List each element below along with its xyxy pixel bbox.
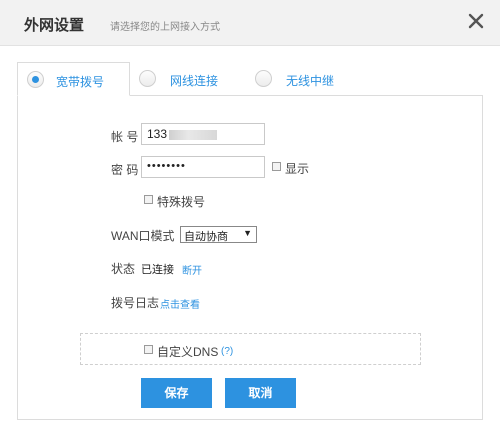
dialog-header: 外网设置 请选择您的上网接入方式 — [0, 0, 500, 46]
wan-mode-label: WAN口模式 — [111, 229, 175, 243]
custom-dns-label: 自定义DNS — [157, 345, 219, 359]
tab-wireless-relay[interactable]: 无线中继 — [255, 62, 365, 96]
dial-log-link[interactable]: 点击查看 — [160, 296, 200, 311]
dial-log-label: 拨号日志 — [111, 296, 160, 310]
redacted-blur — [169, 129, 218, 140]
custom-dns-section — [80, 333, 421, 365]
radio-icon[interactable] — [139, 70, 156, 87]
status-value: 已连接 — [141, 264, 174, 276]
disconnect-link[interactable]: 断开 — [182, 262, 202, 277]
radio-icon[interactable] — [255, 70, 272, 87]
status-label: 状态 — [111, 262, 136, 276]
close-icon[interactable] — [466, 11, 486, 31]
tab-wireless-relay-label: 无线中继 — [286, 74, 335, 88]
special-dial-checkbox[interactable] — [144, 195, 153, 204]
custom-dns-checkbox[interactable] — [144, 345, 153, 354]
tab-cable-label: 网线连接 — [170, 74, 219, 88]
tab-cable[interactable]: 网线连接 — [139, 62, 249, 96]
dialog-subtitle: 请选择您的上网接入方式 — [110, 22, 220, 33]
dialog-title: 外网设置 — [24, 17, 85, 34]
save-button[interactable]: 保存 — [141, 378, 212, 408]
account-label: 帐 号 — [111, 130, 139, 144]
password-input[interactable]: •••••••• — [141, 156, 265, 178]
wan-mode-select[interactable]: 自动协商 ▼ — [180, 226, 257, 243]
cancel-button[interactable]: 取消 — [225, 378, 296, 408]
connection-type-tabs: 宽带拨号 网线连接 无线中继 — [17, 62, 483, 96]
dropdown-arrow-icon: ▼ — [243, 228, 252, 238]
tab-pppoe[interactable]: 宽带拨号 — [17, 62, 130, 96]
wan-mode-value: 自动协商 — [184, 231, 228, 243]
help-link[interactable]: (?) — [221, 346, 233, 357]
account-value: 133 — [147, 127, 168, 141]
show-password-checkbox[interactable] — [272, 162, 281, 171]
radio-selected-icon[interactable] — [27, 71, 44, 88]
special-dial-label: 特殊拨号 — [157, 195, 206, 209]
account-input[interactable]: 133 — [141, 123, 265, 145]
show-password-label: 显示 — [285, 162, 310, 176]
tab-pppoe-label: 宽带拨号 — [56, 75, 105, 89]
password-label: 密 码 — [111, 163, 139, 177]
